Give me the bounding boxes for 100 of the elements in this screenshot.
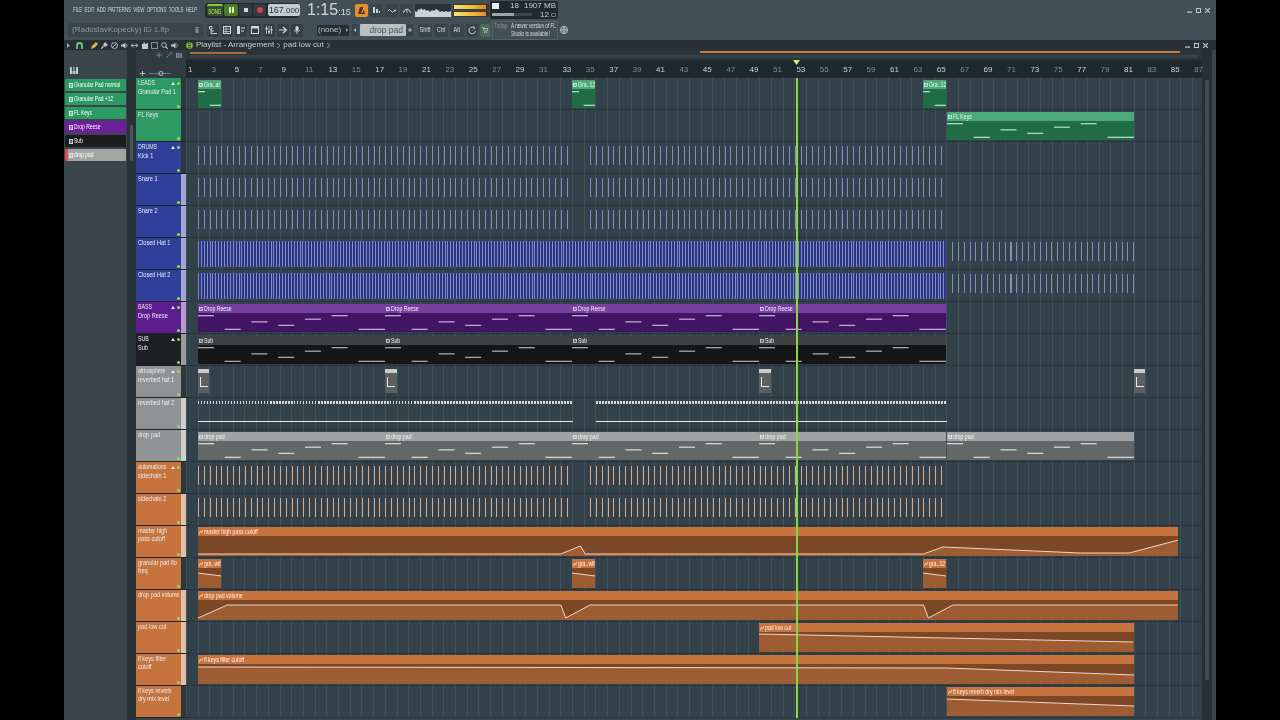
mute-led-icon[interactable] [177,329,180,332]
precount-button[interactable] [370,3,383,17]
mute-led-icon[interactable] [177,169,180,172]
marker-clip-drawing[interactable] [1133,369,1146,393]
piano-keys-icon[interactable] [70,67,78,74]
menu-item[interactable]: VIEW [133,6,145,14]
pattern-item[interactable]: Granular Pad normal [65,79,126,91]
scrollbar[interactable] [127,50,136,720]
menu-item[interactable]: FILE [73,6,83,14]
double-arrow-icon[interactable] [131,41,138,49]
pattern-clip[interactable]: Sub [197,336,385,364]
led-icon[interactable] [177,337,180,341]
hand-icon[interactable] [141,41,148,49]
mute-led-icon[interactable] [177,297,180,300]
mixer-button[interactable] [263,23,275,37]
led-icon[interactable] [177,305,180,309]
song-mode-button[interactable]: SONG [207,4,223,16]
dashed-square-icon[interactable] [151,41,158,49]
pattern-clip[interactable]: Drop Reese [384,304,573,332]
loop-record-button[interactable] [400,3,413,17]
audio-input-button[interactable] [291,23,303,37]
automation-clip[interactable]: pad low cut [759,623,1134,652]
tempo-field[interactable]: 167.000 [268,4,300,16]
slashed-circle-icon[interactable] [111,41,118,49]
close-icon[interactable] [1203,42,1208,48]
pattern-clip[interactable]: Drop Reese [197,304,385,332]
pattern-selector[interactable]: drop pad [360,24,406,36]
speaker-icon[interactable] [171,41,178,49]
pattern-clip[interactable]: Drop Reese [759,304,947,332]
modifier-key-button[interactable]: Ctrl [434,23,448,37]
close-icon[interactable] [1205,7,1210,13]
globe-icon[interactable] [560,26,568,34]
menu-item[interactable]: PATTERNS [108,6,132,14]
plugin-picker-button[interactable] [277,23,289,37]
hat-roll-clip-drawing[interactable] [197,401,574,425]
menu-item[interactable]: TOOLS [168,6,184,14]
playlist-button[interactable] [207,23,219,37]
automation-clip[interactable]: fl keys filter cutoff [197,655,1134,684]
marker-clip-drawing[interactable] [759,369,771,393]
pattern-clip[interactable]: Sub [759,336,947,364]
scrollbar[interactable] [1202,50,1212,720]
maximize-icon[interactable] [1196,7,1201,13]
magnet-icon[interactable] [76,41,83,49]
collapse-caret-icon[interactable] [171,145,175,149]
hat-roll-clip-drawing[interactable] [595,401,947,425]
pattern-clip[interactable]: Sub [572,336,760,364]
menu-item[interactable]: HELP [185,6,198,14]
automation-clip[interactable]: gra..wit [197,559,222,588]
pattern-clip[interactable]: Sub [384,336,573,364]
song-overview-drawing[interactable] [186,50,1202,60]
automation-clip[interactable]: gra..12 [923,559,947,588]
piano-roll-button[interactable] [235,23,247,37]
pattern-item[interactable]: FL Keys [65,107,126,119]
mute-led-icon[interactable] [177,233,180,236]
brush-icon[interactable] [101,41,108,49]
menu-item[interactable]: OPTIONS [146,6,167,14]
step-sequencer-button[interactable] [221,23,233,37]
lines-circle-icon[interactable] [186,41,193,49]
pattern-item[interactable]: Sub [65,135,126,147]
marker-clip-drawing[interactable] [384,369,397,393]
collapse-caret-icon[interactable] [171,337,175,341]
stop-button[interactable] [239,4,252,16]
mute-led-icon[interactable] [177,265,180,268]
hat-clip-drawing[interactable] [197,241,947,267]
speaker-icon[interactable] [121,41,128,49]
pattern-clip[interactable]: Drop Reese [572,304,760,332]
led-icon[interactable] [177,145,180,149]
automation-clip[interactable]: drop pad volume [197,591,1179,620]
zoom-slider-icon[interactable] [149,71,171,76]
time-ruler[interactable]: 1 3 5 7 9 11 13 15 17 19 21 23 25 27 29 31 33 35 37 39 41 43 45 47 49 51 53 55 57 59 61 63 65 67 69 71 73 75 77 79 81 83 85 87 [186,60,1202,78]
hat-clip-drawing[interactable] [197,273,947,299]
zoom-icon[interactable] [161,41,168,49]
collapse-caret-icon[interactable] [171,305,175,309]
diagonal-arrow-icon[interactable] [166,52,172,58]
shop-button[interactable] [480,23,490,37]
wait-input-button[interactable] [385,3,398,17]
plus-icon[interactable] [140,71,145,76]
midi-input-dropdown[interactable]: (none) [317,24,349,36]
metronome-button[interactable] [355,3,368,17]
channel-rack-button[interactable] [249,23,261,37]
caret-right-icon[interactable] [67,42,70,48]
maximize-icon[interactable] [1194,42,1199,48]
modifier-key-button[interactable]: Alt [450,23,464,37]
menu-item[interactable]: EDIT [84,6,95,14]
modifier-key-button[interactable]: Shift [418,23,432,37]
add-pattern-button[interactable] [407,24,413,36]
previous-pattern-button[interactable] [352,24,358,36]
marker-clip-drawing[interactable] [197,369,210,393]
automation-clip[interactable]: master high pass cutoff [197,527,1179,556]
pattern-item[interactable]: Drop Reese [65,121,126,133]
menu-item[interactable]: ADD [96,6,106,14]
piano-keys-icon[interactable] [176,52,182,58]
mute-led-icon[interactable] [177,361,180,364]
automation-clip[interactable]: gra..wit [572,559,596,588]
pattern-item[interactable]: Granular Pad +12 [65,93,126,105]
scrollbar-thumb[interactable] [130,125,133,161]
typing-keyboard-button[interactable] [466,23,478,37]
play-button[interactable] [224,4,238,16]
automation-clip[interactable]: fl keys reverb dry mix level [946,687,1134,716]
mute-led-icon[interactable] [177,201,180,204]
